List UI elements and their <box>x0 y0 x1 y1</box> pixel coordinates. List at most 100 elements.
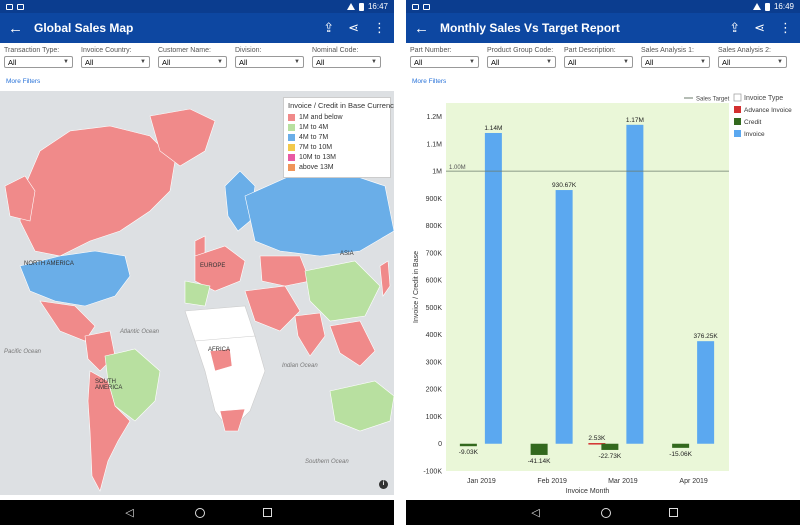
data-label: -22.73K <box>598 453 621 460</box>
legend-swatch <box>288 134 295 141</box>
legend-item[interactable]: above 13M <box>288 164 386 171</box>
customer-name-select[interactable]: All ▼ <box>158 56 227 68</box>
filter-nominal-code: Nominal Code: All ▼ <box>312 47 381 73</box>
x-tick-label: Apr 2019 <box>679 478 708 485</box>
region-south-africa <box>219 408 246 432</box>
label-north-america: NORTH AMERICA <box>24 261 74 267</box>
filter-customer-name: Customer Name: All ▼ <box>158 47 227 73</box>
export-icon[interactable]: ⇪ <box>323 20 334 36</box>
legend-item[interactable]: 7M to 10M <box>288 144 386 151</box>
signal-icon <box>752 3 761 10</box>
filter-label: Part Description: <box>564 47 616 54</box>
caret-down-icon: ▼ <box>371 59 377 65</box>
android-nav-bar: ◁ <box>0 500 394 525</box>
caret-down-icon: ▼ <box>63 59 69 65</box>
region-india <box>294 312 326 357</box>
info-icon[interactable]: i <box>379 480 388 489</box>
y-tick-label: 400K <box>426 332 443 339</box>
data-label: 1.14M <box>484 125 502 132</box>
filter-label: Sales Analysis 2: <box>718 47 771 54</box>
y-tick-label: -100K <box>423 469 442 476</box>
legend-swatch <box>734 130 741 137</box>
status-time: 16:49 <box>773 2 794 11</box>
part-number-select[interactable]: All ▼ <box>410 56 479 68</box>
share-icon[interactable]: ⋖ <box>348 20 359 36</box>
sales-vs-target-chart[interactable]: -100K 0 100K 200K 300K 400K 500K 600K 700K 800K 90… <box>406 91 800 495</box>
notification-icon <box>423 3 430 10</box>
region-japan <box>379 260 391 297</box>
nav-home-icon[interactable] <box>600 507 611 518</box>
filter-sales-analysis-2: Sales Analysis 2: All ▼ <box>718 47 787 73</box>
data-label: -15.06K <box>669 451 692 458</box>
notification-icon <box>17 3 24 10</box>
legend-swatch <box>288 144 295 151</box>
nav-recents-icon[interactable] <box>262 508 272 517</box>
y-tick-label: 800K <box>426 223 443 230</box>
monthly-sales-screen: 16:49 ← Monthly Sales Vs Target Report ⇪… <box>406 0 800 525</box>
filter-part-number: Part Number: All ▼ <box>410 47 479 73</box>
nav-back-icon[interactable]: ◁ <box>123 506 137 519</box>
y-axis-title: Invoice / Credit in Base <box>413 251 420 323</box>
sales-analysis-1-select[interactable]: All ▼ <box>641 56 710 68</box>
y-tick-label: 1.2M <box>426 114 442 121</box>
export-icon[interactable]: ⇪ <box>729 20 740 36</box>
bar <box>530 443 548 455</box>
back-arrow-icon[interactable]: ← <box>414 20 432 37</box>
nav-home-icon[interactable] <box>194 507 205 518</box>
filter-bar: Transaction Type: All ▼ Invoice Country: … <box>0 43 394 73</box>
page-title: Monthly Sales Vs Target Report <box>440 21 620 35</box>
filter-bar: Part Number: All ▼ Product Group Code: Al… <box>406 43 800 73</box>
region-central-asia <box>259 255 311 287</box>
battery-icon <box>358 2 364 11</box>
product-group-code-select[interactable]: All ▼ <box>487 56 556 68</box>
legend-swatch <box>288 114 295 121</box>
legend-item[interactable]: 1M and below <box>288 114 386 121</box>
legend-entry: Advance Invoice <box>744 107 792 114</box>
more-filters-link[interactable]: More Filters <box>0 73 394 87</box>
caret-down-icon: ▼ <box>623 59 629 65</box>
legend-item[interactable]: 4M to 7M <box>288 134 386 141</box>
invoice-country-select[interactable]: All ▼ <box>81 56 150 68</box>
app-bar: ← Monthly Sales Vs Target Report ⇪ ⋖ ⋮ <box>406 13 800 43</box>
bar <box>459 443 477 447</box>
x-tick-label: Feb 2019 <box>537 478 567 485</box>
legend-item[interactable]: 1M to 4M <box>288 124 386 131</box>
nav-recents-icon[interactable] <box>668 508 678 517</box>
bar <box>626 124 644 444</box>
filter-label: Part Number: <box>410 47 452 54</box>
division-select[interactable]: All ▼ <box>235 56 304 68</box>
filter-label: Sales Analysis 1: <box>641 47 694 54</box>
x-tick-label: Jan 2019 <box>467 478 496 485</box>
transaction-type-select[interactable]: All ▼ <box>4 56 73 68</box>
sales-analysis-2-select[interactable]: All ▼ <box>718 56 787 68</box>
bar <box>601 443 619 450</box>
label-asia: ASIA <box>340 251 354 257</box>
share-icon[interactable]: ⋖ <box>754 20 765 36</box>
status-bar: 16:49 <box>406 0 800 13</box>
legend-item[interactable]: 10M to 13M <box>288 154 386 161</box>
data-label: -41.14K <box>528 458 551 465</box>
legend-swatch <box>288 124 295 131</box>
global-sales-map-screen: 16:47 ← Global Sales Map ⇪ ⋖ ⋮ Transacti… <box>0 0 394 525</box>
battery-icon <box>764 2 770 11</box>
data-label: 2.53K <box>588 435 606 442</box>
app-bar: ← Global Sales Map ⇪ ⋖ ⋮ <box>0 13 394 43</box>
part-description-select[interactable]: All ▼ <box>564 56 633 68</box>
overflow-menu-icon[interactable]: ⋮ <box>779 20 792 36</box>
more-filters-link[interactable]: More Filters <box>406 73 800 87</box>
caret-down-icon: ▼ <box>217 59 223 65</box>
legend-target-label: Sales Target <box>696 97 730 103</box>
nav-back-icon[interactable]: ◁ <box>529 506 543 519</box>
gallery-icon <box>412 3 419 10</box>
back-arrow-icon[interactable]: ← <box>8 20 26 37</box>
nominal-code-select[interactable]: All ▼ <box>312 56 381 68</box>
target-label: 1.00M <box>449 165 466 171</box>
legend-entry: Credit <box>744 119 762 126</box>
filter-part-description: Part Description: All ▼ <box>564 47 633 73</box>
y-tick-label: 1M <box>432 169 442 176</box>
filter-product-group-code: Product Group Code: All ▼ <box>487 47 556 73</box>
region-southeast-asia <box>329 320 376 367</box>
x-tick-label: Mar 2019 <box>608 478 638 485</box>
overflow-menu-icon[interactable]: ⋮ <box>373 20 386 36</box>
world-map[interactable]: NORTH AMERICA SOUTH AMERICA EUROPE AFRIC… <box>0 91 394 495</box>
